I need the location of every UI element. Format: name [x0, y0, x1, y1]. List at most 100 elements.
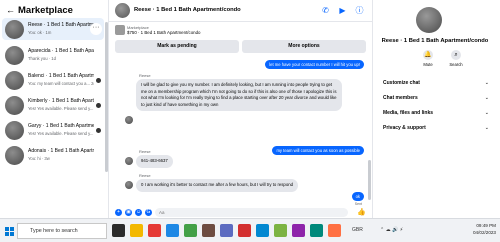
avatar — [5, 20, 24, 39]
app-icon[interactable] — [274, 224, 287, 237]
search-icon: ⌕ — [451, 50, 461, 60]
windows-taskbar: ⌕ Type here to search GBR ⌃ ☁ 🔊 ⚡ 09:49 … — [0, 218, 500, 242]
image-icon[interactable]: ▣ — [125, 209, 132, 216]
clock[interactable]: 09:49 PM 04/02/2023 — [473, 222, 496, 236]
avatar — [5, 121, 24, 140]
seen-avatar-icon — [96, 103, 101, 108]
conversation-sidebar: ← Marketplace Reese · 1 Bed 1 Bath Apart… — [0, 0, 109, 218]
mark-as-pending-button[interactable]: Mark as pending — [115, 40, 239, 53]
app-icon[interactable] — [310, 224, 323, 237]
file-explorer-icon[interactable] — [130, 224, 143, 237]
sent-status: Sent — [354, 202, 362, 206]
conversation-item-garyy[interactable]: Garyy · 1 Bed 1 Bath Apartment/... Yes! … — [2, 119, 104, 141]
listing-title[interactable]: $750 · 1 Bed 1 Bath Apartment/condo — [127, 30, 200, 35]
outgoing-message: my team will contact you as soon as poss… — [272, 146, 364, 155]
conversation-item-kimberly[interactable]: Kimberly · 1 Bed 1 Bath Apartment... Yes… — [2, 94, 104, 116]
gif-icon[interactable]: G — [145, 209, 152, 216]
avatar — [125, 116, 133, 124]
more-options-icon[interactable]: ··· — [90, 23, 102, 35]
app-icon[interactable] — [328, 224, 341, 237]
chat-members-row[interactable]: Chat members ⌄ — [383, 95, 493, 101]
media-files-row[interactable]: Media, files and links ⌄ — [383, 110, 493, 116]
chevron-down-icon: ⌄ — [484, 80, 489, 86]
incoming-message: I will be glad to give you my number. I … — [136, 79, 342, 112]
conversation-item-reese[interactable]: Reese · 1 Bed 1 Bath Apartment/condo You… — [2, 18, 104, 40]
sender-name: Reese — [139, 73, 151, 78]
like-icon[interactable]: 👍 — [357, 208, 366, 216]
sender-name: Reese — [139, 173, 151, 178]
phone-icon[interactable]: ✆ — [321, 6, 330, 15]
contact-name: Reese · 1 Bed 1 Bath Apartment/condo — [381, 38, 489, 44]
messenger-window: ← Marketplace Reese · 1 Bed 1 Bath Apart… — [0, 0, 500, 242]
windows-start-icon[interactable] — [5, 227, 14, 236]
more-options-button[interactable]: More options — [242, 40, 366, 53]
chevron-down-icon: ⌄ — [484, 125, 489, 131]
incoming-message: 941-483-6637 — [136, 155, 173, 168]
conversation-name: Kimberly · 1 Bed 1 Bath Apartment... — [28, 98, 94, 104]
conversation-name: Garyy · 1 Bed 1 Bath Apartment/... — [28, 123, 94, 129]
mute-label: Mute — [423, 62, 433, 67]
edge-icon[interactable] — [166, 224, 179, 237]
app-icon[interactable] — [238, 224, 251, 237]
app-icon[interactable] — [148, 224, 161, 237]
mute-button[interactable]: 🔔 Mute — [417, 50, 439, 67]
search-button[interactable]: ⌕ Search — [445, 50, 467, 67]
chat-header: Reese · 1 Bed 1 Bath Apartment/condo ✆ ▶… — [109, 0, 372, 22]
back-arrow-icon[interactable]: ← — [6, 5, 15, 15]
avatar — [5, 146, 24, 165]
incoming-message: 0 I am working it's better to contact me… — [136, 179, 298, 192]
outgoing-message: let me have your contact number I will h… — [265, 60, 364, 69]
seen-avatar-icon — [96, 78, 101, 83]
avatar[interactable] — [416, 7, 442, 33]
plus-icon[interactable]: + — [115, 209, 122, 216]
composer: + ▣ ☺ G 👍 — [109, 208, 372, 218]
app-icon[interactable] — [292, 224, 305, 237]
row-label: Media, files and links — [383, 110, 434, 116]
avatar — [125, 181, 133, 189]
row-label: Privacy & support — [383, 125, 426, 131]
privacy-support-row[interactable]: Privacy & support ⌄ — [383, 125, 493, 131]
conversation-preview: You: hi · 3w — [28, 156, 50, 161]
avatar — [5, 96, 24, 115]
message-input[interactable] — [155, 208, 348, 217]
conversation-preview: Thank you · 1d — [28, 56, 56, 61]
system-tray-icons[interactable]: ⌃ ☁ 🔊 ⚡ — [380, 227, 403, 233]
message-list: let me have your contact number I will h… — [109, 56, 372, 208]
customize-chat-row[interactable]: Customize chat ⌄ — [383, 80, 493, 86]
search-label: Search — [449, 62, 463, 67]
conversation-name: Balenci · 1 Bed 1 Bath Apartment/... — [28, 73, 94, 79]
listing-thumbnail[interactable] — [115, 25, 125, 35]
chrome-icon[interactable] — [184, 224, 197, 237]
chevron-down-icon: ⌄ — [484, 110, 489, 116]
app-icon[interactable] — [256, 224, 269, 237]
sender-name: Reese — [139, 149, 151, 154]
app-icon[interactable] — [220, 224, 233, 237]
outgoing-message: ok — [351, 192, 364, 201]
sticker-icon[interactable]: ☺ — [135, 209, 142, 216]
sidebar-scrollbar[interactable] — [105, 22, 108, 172]
weather-widget[interactable]: GBR — [352, 227, 363, 233]
task-view-icon[interactable] — [112, 224, 125, 237]
conversation-preview: Yes! Yes available. Please send y... 2d — [28, 106, 94, 111]
conversation-item-aparecida[interactable]: Aparecida · 1 Bed 1 Bath Apartment... Th… — [2, 44, 104, 66]
conversation-item-adonais[interactable]: Adonais · 1 Bed 1 Bath Apartment... You:… — [2, 144, 104, 166]
conversation-item-balenci[interactable]: Balenci · 1 Bed 1 Bath Apartment/... You… — [2, 69, 104, 91]
chat-title[interactable]: Reese · 1 Bed 1 Bath Apartment/condo — [134, 7, 241, 13]
conversation-preview: You: my team will contact you a... 2d — [28, 81, 94, 86]
listing-banner: Marketplace $750 · 1 Bed 1 Bath Apartmen… — [109, 22, 372, 55]
row-label: Customize chat — [383, 80, 420, 86]
sidebar-title: Marketplace — [18, 5, 73, 16]
conversation-preview: You: ok · 1m — [28, 30, 52, 35]
conversation-name: Aparecida · 1 Bed 1 Bath Apartment... — [28, 48, 94, 54]
app-icon[interactable] — [202, 224, 215, 237]
info-icon[interactable]: ⓘ — [355, 6, 364, 15]
conversation-name: Adonais · 1 Bed 1 Bath Apartment... — [28, 148, 94, 154]
chevron-down-icon: ⌄ — [484, 95, 489, 101]
conversation-preview: Yes! Yes available. Please send y... 2d — [28, 131, 94, 136]
video-call-icon[interactable]: ▶ — [338, 6, 347, 15]
taskbar-search-box[interactable]: Type here to search — [17, 223, 107, 239]
chat-scrollbar[interactable] — [368, 160, 371, 200]
avatar[interactable] — [115, 3, 130, 18]
row-label: Chat members — [383, 95, 418, 101]
clock-date: 04/02/2023 — [473, 230, 496, 235]
